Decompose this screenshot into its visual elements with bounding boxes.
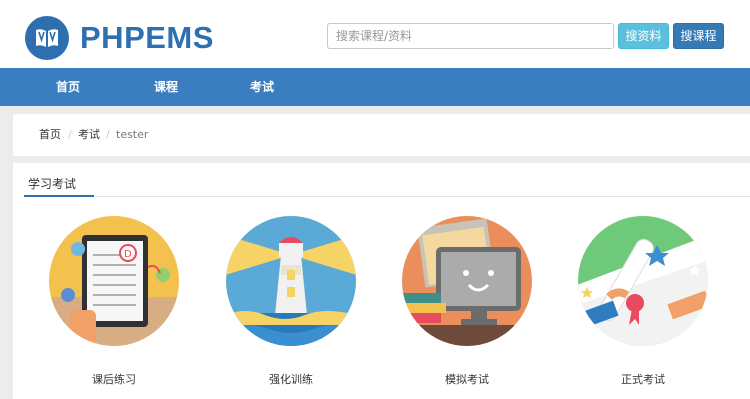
breadcrumb-home[interactable]: 首页	[39, 114, 61, 156]
nav-item-home[interactable]: 首页	[56, 68, 80, 106]
search-course-button[interactable]: 搜课程	[673, 23, 724, 49]
search-input[interactable]	[327, 23, 614, 49]
breadcrumb-separator: /	[106, 128, 110, 141]
card-label: 课后练习	[92, 373, 136, 386]
nav-item-course[interactable]: 课程	[154, 68, 178, 106]
nav-item-exam[interactable]: 考试	[250, 68, 274, 106]
breadcrumb-current: tester	[116, 128, 149, 141]
panel-title: 学习考试	[24, 173, 94, 197]
breadcrumb: 首页 / 考试 / tester	[13, 114, 750, 156]
main-nav: 首页 课程 考试	[0, 68, 750, 106]
panel-divider	[24, 196, 750, 197]
monitor-books-icon	[402, 216, 532, 346]
open-book-icon	[36, 29, 58, 47]
card-mock-exam[interactable]: 模拟考试	[401, 215, 533, 399]
svg-text:D: D	[124, 249, 132, 260]
breadcrumb-exam[interactable]: 考试	[78, 114, 100, 156]
card-label: 强化训练	[269, 373, 313, 386]
lighthouse-icon	[226, 216, 356, 346]
brand-name[interactable]: PHPEMS	[80, 18, 214, 58]
card-label: 正式考试	[621, 373, 665, 386]
search-material-button[interactable]: 搜资料	[618, 23, 669, 49]
tablet-quiz-icon: D	[49, 216, 179, 346]
card-label: 模拟考试	[445, 373, 489, 386]
diploma-scroll-icon	[578, 216, 708, 346]
breadcrumb-separator: /	[68, 128, 72, 141]
card-after-class-practice[interactable]: D 课后练习	[48, 215, 180, 399]
card-intensive-training[interactable]: 强化训练	[225, 215, 357, 399]
card-formal-exam[interactable]: 正式考试	[577, 215, 709, 399]
logo[interactable]	[25, 16, 69, 60]
site-header: PHPEMS 搜资料 搜课程	[0, 0, 750, 68]
